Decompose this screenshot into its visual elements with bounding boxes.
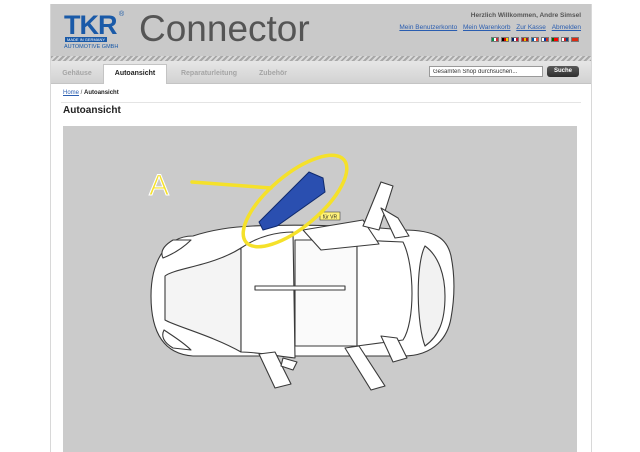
- it-flag[interactable]: [491, 37, 499, 42]
- logo-wordmark: TKR: [64, 10, 117, 40]
- logo-made-in-badge: MADE IN GERMANY: [65, 37, 108, 42]
- callout-leader-line: [190, 180, 273, 190]
- cz-flag[interactable]: [561, 37, 569, 42]
- fr-flag[interactable]: [531, 37, 539, 42]
- tab-zubehoer[interactable]: Zubehör: [251, 65, 295, 83]
- welcome-message: Herzlich Willkommen, Andre Simsel: [470, 12, 581, 19]
- part-tag-label: für VR: [323, 214, 338, 220]
- breadcrumb-home-link[interactable]: Home: [63, 90, 79, 96]
- car-rear-window: [356, 239, 413, 347]
- highlighted-part[interactable]: [258, 171, 326, 231]
- breadcrumb-divider: [61, 102, 581, 103]
- breadcrumb-current: Autoansicht: [84, 90, 119, 96]
- brand-title: Connector: [139, 8, 310, 49]
- tab-reparaturleitung[interactable]: Reparaturleitung: [169, 65, 249, 83]
- page: TKR ® MADE IN GERMANY AUTOMOTIVE GMBH Co…: [50, 4, 592, 452]
- checkout-link[interactable]: Zur Kasse: [516, 24, 546, 31]
- logo-subtitle: AUTOMOTIVE GMBH: [64, 44, 119, 50]
- uk-flag[interactable]: [511, 37, 519, 42]
- tkr-logo[interactable]: TKR ® MADE IN GERMANY AUTOMOTIVE GMBH: [64, 10, 124, 50]
- tab-autoansicht[interactable]: Autoansicht: [103, 64, 167, 84]
- door-handle-line: [254, 285, 346, 291]
- site-header: TKR ® MADE IN GERMANY AUTOMOTIVE GMBH Co…: [51, 4, 591, 56]
- breadcrumb: Home / Autoansicht: [63, 90, 119, 96]
- cn-flag[interactable]: [571, 37, 579, 42]
- search-button[interactable]: Suche: [547, 66, 579, 77]
- part-tag: für VR: [319, 211, 341, 220]
- my-account-link[interactable]: Mein Benutzerkonto: [399, 24, 457, 31]
- de-flag[interactable]: [501, 37, 509, 42]
- car-windshield: [240, 231, 296, 359]
- callout-letter: A: [149, 169, 169, 202]
- pt-flag[interactable]: [551, 37, 559, 42]
- cart-link[interactable]: Mein Warenkorb: [463, 24, 510, 31]
- car-diagram: für VR A: [149, 153, 455, 391]
- tab-gehaeuse[interactable]: Gehäuse: [53, 65, 101, 83]
- logo-registered-mark: ®: [119, 11, 125, 18]
- es-flag[interactable]: [521, 37, 529, 42]
- logout-link[interactable]: Abmelden: [552, 24, 581, 31]
- search-input[interactable]: [429, 66, 543, 77]
- language-flags: [491, 37, 579, 42]
- ru-flag[interactable]: [541, 37, 549, 42]
- car-view-canvas: für VR A: [63, 126, 577, 452]
- account-links: Mein Benutzerkonto Mein Warenkorb Zur Ka…: [395, 24, 581, 31]
- car-roof: [294, 239, 358, 347]
- page-title: Autoansicht: [63, 105, 121, 116]
